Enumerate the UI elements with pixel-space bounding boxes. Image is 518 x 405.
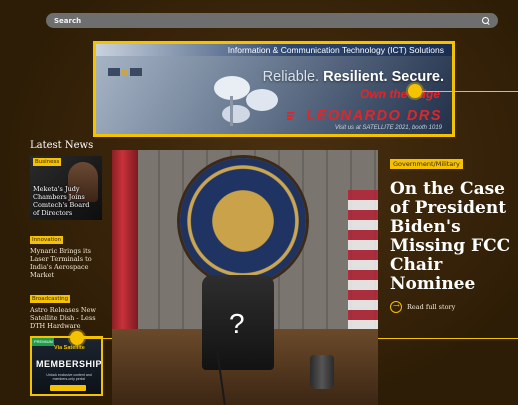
- hero-image[interactable]: ?: [112, 150, 378, 405]
- sidebar-title: Latest News: [30, 140, 94, 151]
- banner-logo: LEONARDO DRS: [287, 108, 442, 124]
- story-category-badge[interactable]: Government/Military: [390, 159, 463, 169]
- news-item[interactable]: Broadcasting Astro Releases New Satellit…: [30, 285, 108, 330]
- search-input[interactable]: Search: [54, 17, 482, 25]
- banner-headline: Reliable. Resilient. Secure.: [263, 69, 444, 85]
- satellite-icon: [108, 68, 142, 76]
- ad-banner[interactable]: Information & Communication Technology (…: [93, 41, 455, 137]
- membership-brand: Via Satellite: [54, 345, 85, 351]
- category-badge[interactable]: Business: [33, 158, 62, 166]
- news-thumbnail[interactable]: Business Meketa's Judy Chambers Joins Co…: [30, 156, 102, 220]
- banner-topline: Information & Communication Technology (…: [96, 44, 452, 56]
- news-item[interactable]: Business Meketa's Judy Chambers Joins Co…: [30, 156, 108, 220]
- search-icon[interactable]: [482, 16, 490, 25]
- question-mark: ?: [229, 308, 245, 339]
- water-pitcher: [310, 355, 334, 389]
- banner-headline-muted: Reliable.: [262, 69, 320, 85]
- membership-cta-button[interactable]: [50, 385, 86, 391]
- search-bar[interactable]: Search: [46, 13, 498, 28]
- sidebar-latest-news: Latest News Business Meketa's Judy Chamb…: [30, 140, 108, 396]
- news-headline[interactable]: Mynaric Brings its Laser Terminals to In…: [30, 247, 108, 279]
- story-title[interactable]: On the Case of President Biden's Missing…: [390, 180, 518, 294]
- membership-title: MEMBERSHIP: [36, 359, 103, 369]
- banner-subheadline: Own the Edge: [359, 87, 440, 101]
- featured-story: Government/Military On the Case of Presi…: [390, 151, 518, 313]
- news-headline[interactable]: Meketa's Judy Chambers Joins Comtech's B…: [33, 185, 95, 217]
- banner-hotspot[interactable]: [408, 84, 422, 98]
- banner-brand: LEONARDO DRS: [306, 108, 442, 124]
- arrow-right-icon[interactable]: [390, 301, 402, 313]
- read-more-link[interactable]: Read full story: [390, 301, 518, 313]
- membership-subtext: Unlock exclusive content and members-onl…: [46, 373, 92, 381]
- logo-mark-icon: [287, 112, 296, 120]
- membership-flag: PREMIUM: [32, 338, 54, 346]
- read-more-label[interactable]: Read full story: [407, 303, 455, 311]
- news-headline[interactable]: Astro Releases New Satellite Dish - Less…: [30, 306, 108, 330]
- membership-ad[interactable]: PREMIUM Via Satellite MEMBERSHIP Unlock …: [30, 336, 103, 396]
- banner-caption: Visit us at SATELLITE 2021, booth 1019: [334, 125, 442, 131]
- banner-headline-strong: Resilient. Secure.: [323, 69, 444, 85]
- category-badge[interactable]: Broadcasting: [30, 295, 71, 303]
- membership-hotspot[interactable]: [70, 331, 84, 345]
- fcc-seal: [180, 158, 306, 284]
- banner-hotspot-line: [421, 91, 518, 92]
- category-badge[interactable]: Innovation: [30, 236, 64, 244]
- news-item[interactable]: Innovation Mynaric Brings its Laser Term…: [30, 226, 108, 279]
